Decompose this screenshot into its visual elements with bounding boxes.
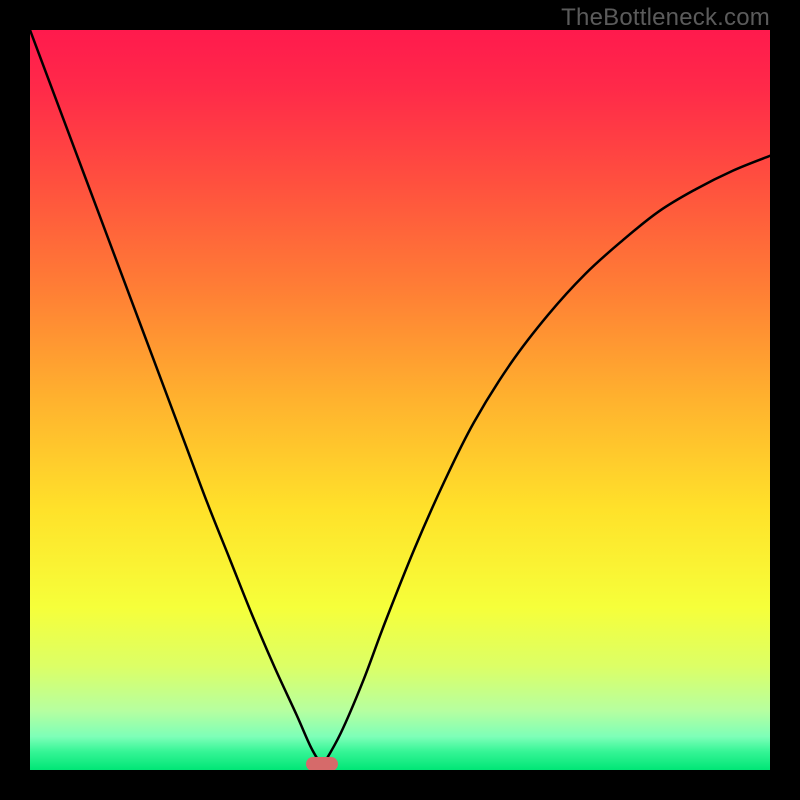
plot-area (30, 30, 770, 770)
watermark-text: TheBottleneck.com (561, 4, 770, 32)
plot-svg (30, 30, 770, 770)
outer-frame: TheBottleneck.com (0, 0, 800, 800)
gradient-background (30, 30, 770, 770)
minimum-marker (306, 757, 338, 770)
